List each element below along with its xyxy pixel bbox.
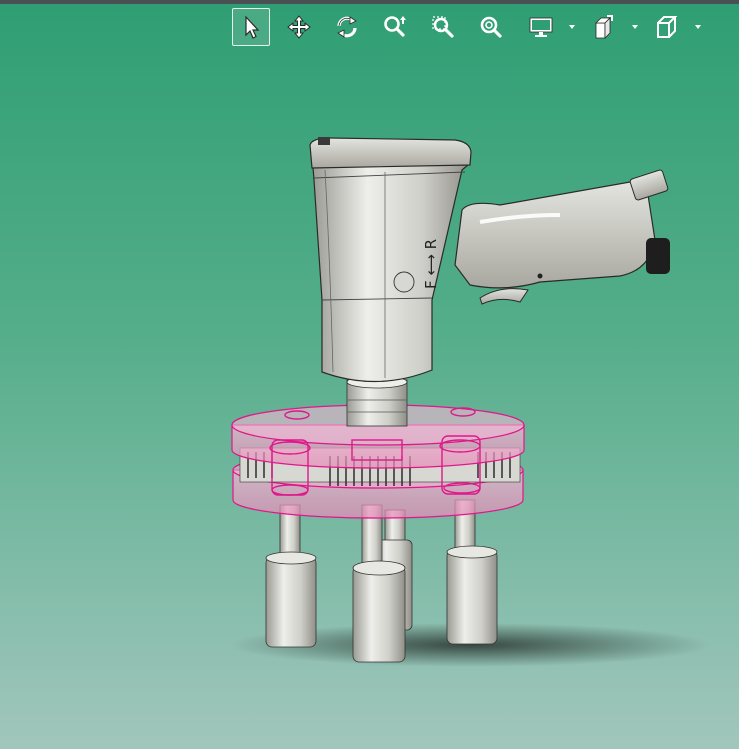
impact-wrench-model[interactable]: F ⟷ R	[0, 0, 739, 749]
pistol-grip-handle[interactable]	[454, 169, 670, 305]
socket-legs[interactable]	[265, 499, 498, 663]
output-anvil[interactable]	[346, 375, 408, 427]
wrench-body[interactable]: F ⟷ R	[309, 137, 472, 383]
direction-label: F ⟷ R	[422, 239, 440, 289]
